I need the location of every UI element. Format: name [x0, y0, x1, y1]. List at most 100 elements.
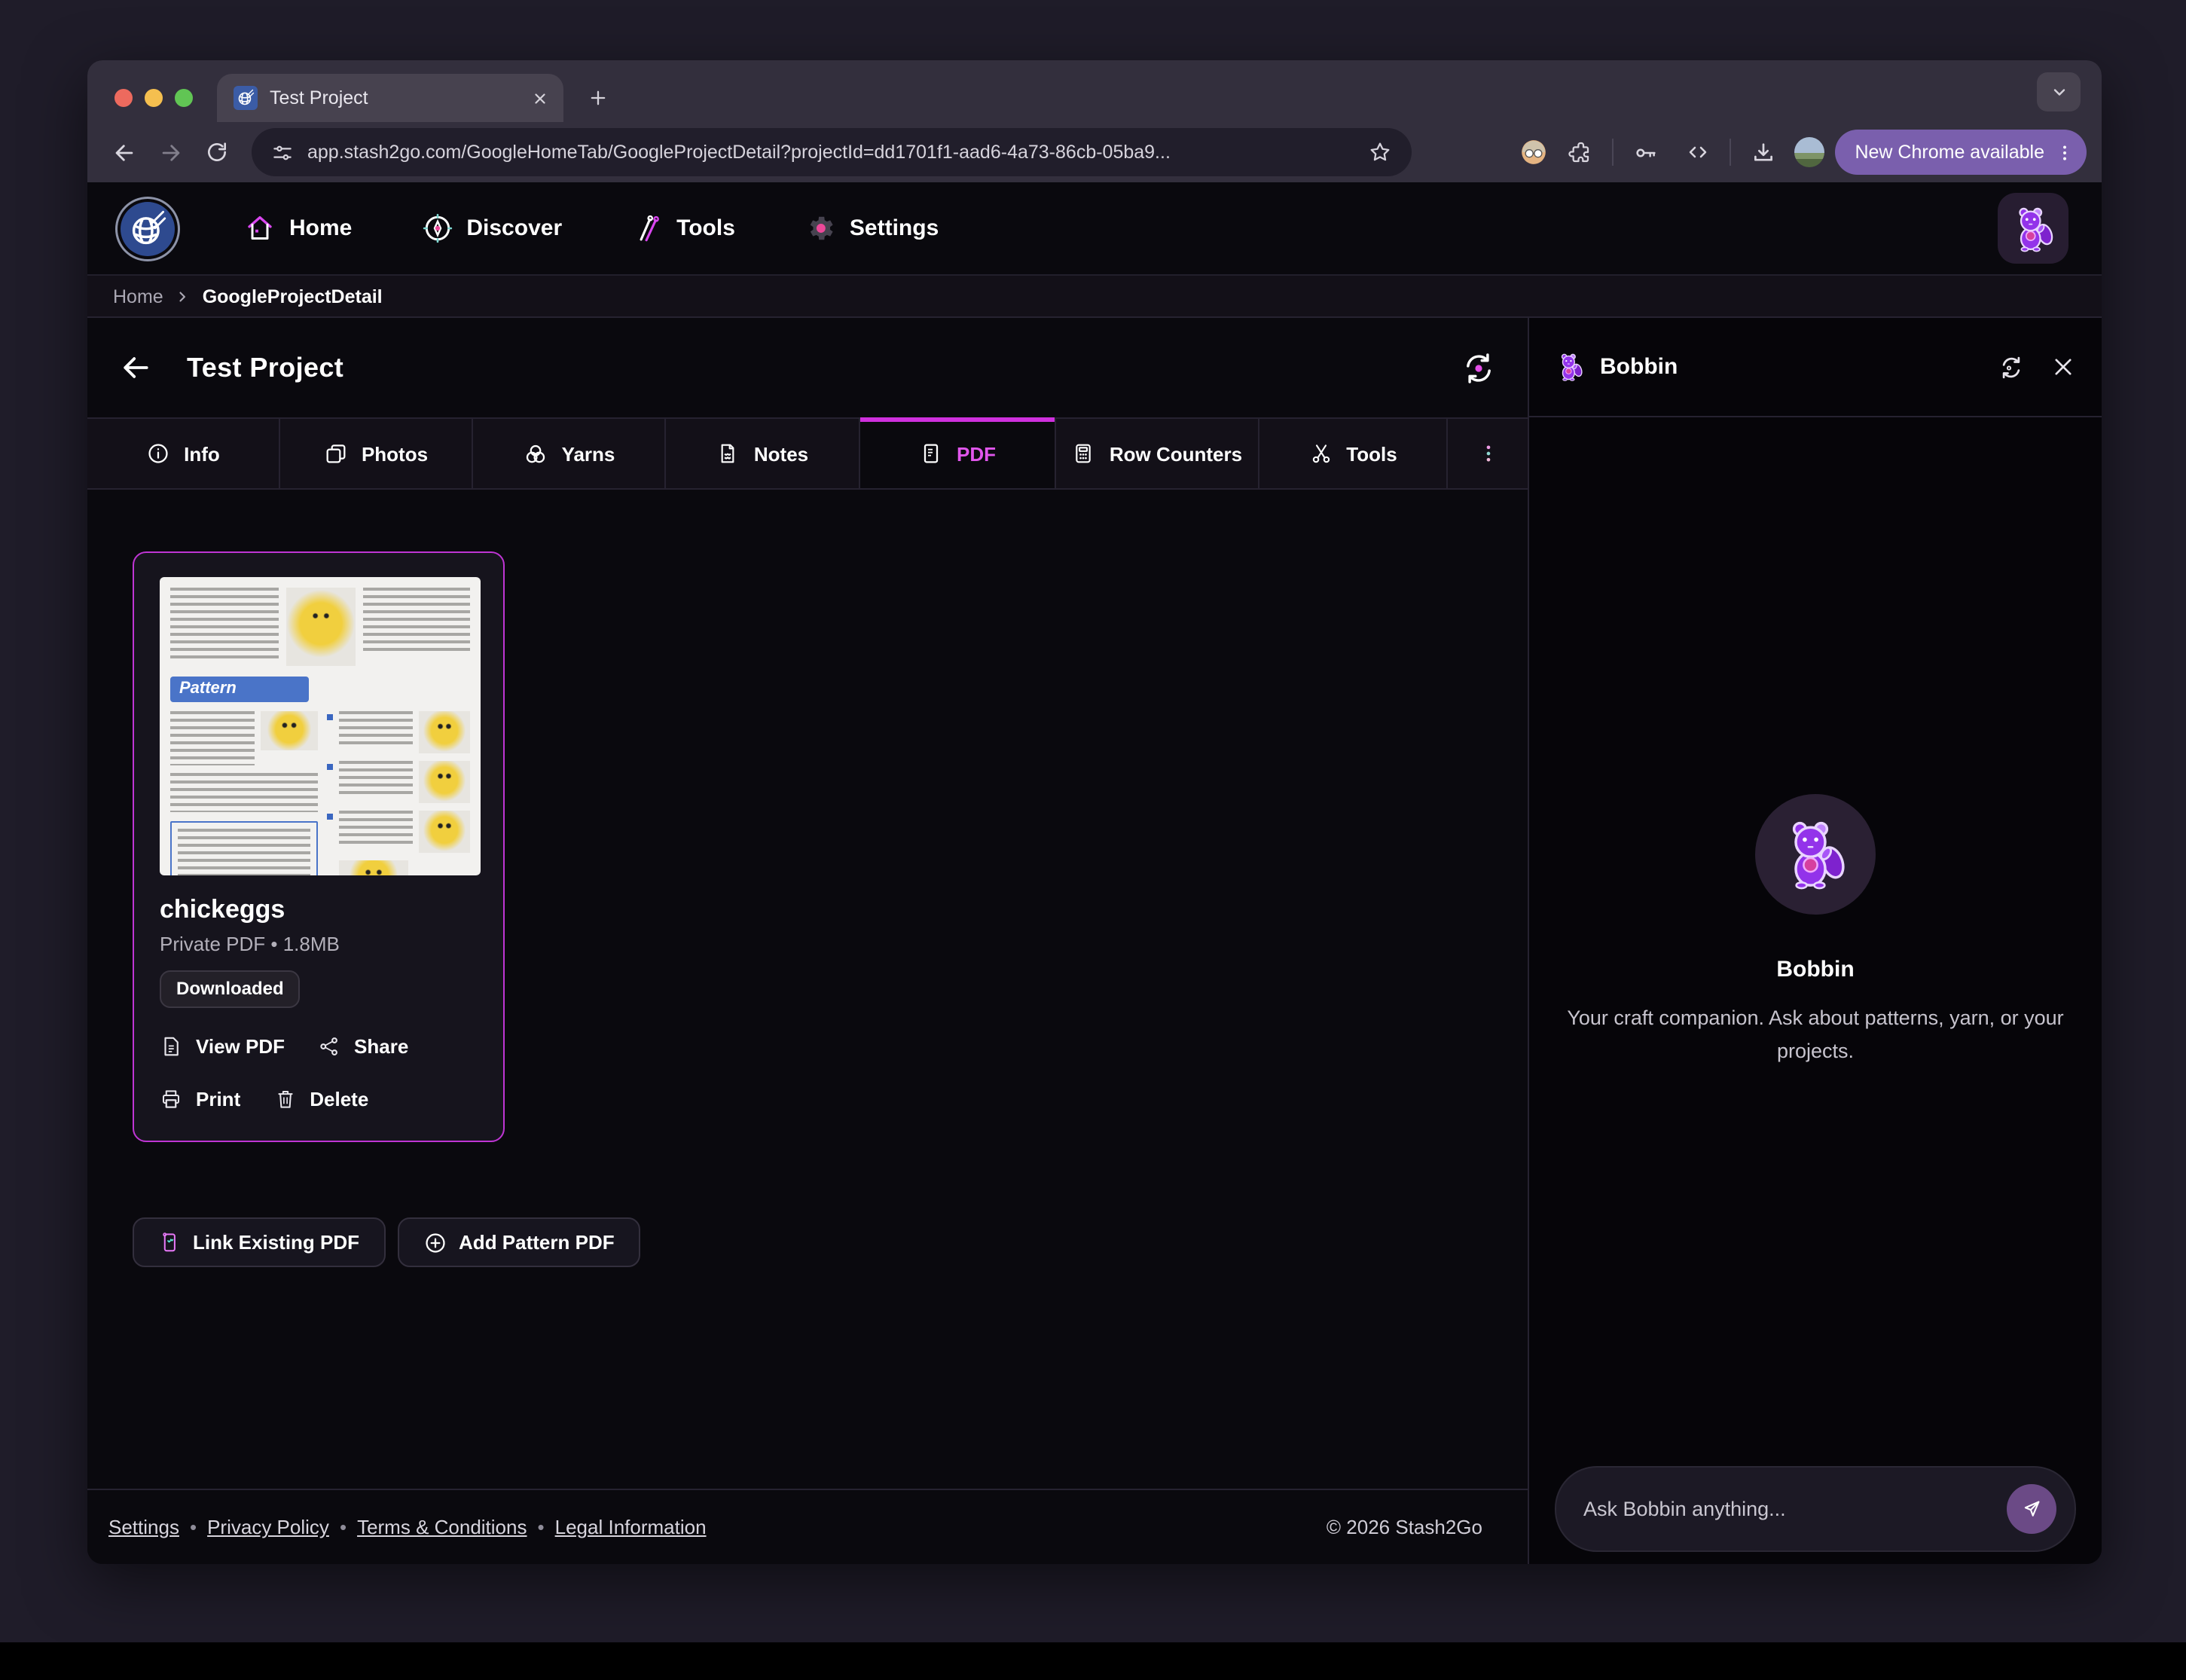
tab-info[interactable]: Info	[87, 419, 280, 488]
close-window-button[interactable]	[114, 89, 133, 107]
discover-compass-icon	[423, 213, 452, 243]
tab-label: PDF	[957, 442, 996, 465]
nav-label: Home	[289, 215, 353, 241]
tab-notes[interactable]: Notes	[666, 419, 860, 488]
send-button[interactable]	[2007, 1484, 2056, 1534]
tabs-overflow-menu[interactable]	[1448, 419, 1528, 488]
nav-item-discover[interactable]: Discover	[421, 212, 562, 244]
delete-pdf-button[interactable]: Delete	[273, 1088, 368, 1110]
footer-link-privacy-policy[interactable]: Privacy Policy	[207, 1516, 329, 1538]
action-label: Print	[196, 1088, 241, 1110]
back-button[interactable]	[102, 131, 145, 173]
nav-item-tools[interactable]: Tools	[631, 212, 735, 244]
add-pattern-pdf-button[interactable]: Add Pattern PDF	[397, 1217, 640, 1267]
thumbnail-text-lines	[170, 588, 279, 660]
thumbnail-right-column	[327, 711, 470, 875]
sync-icon	[1467, 353, 1491, 383]
yarns-icon	[523, 441, 548, 466]
kebab-dots-icon	[1485, 445, 1490, 462]
profile-avatar[interactable]	[1794, 137, 1825, 167]
footer-link-legal[interactable]: Legal Information	[555, 1516, 707, 1538]
nav-item-settings[interactable]: Settings	[804, 212, 939, 244]
view-pdf-button[interactable]: View PDF	[160, 1035, 285, 1058]
reload-button[interactable]	[196, 131, 238, 173]
thumbnail-text-lines	[363, 588, 470, 654]
link-existing-pdf-button[interactable]: Link Existing PDF	[133, 1217, 386, 1267]
tab-label: Tools	[1346, 442, 1397, 465]
close-icon[interactable]	[2050, 354, 2076, 380]
tab-label: Notes	[753, 442, 809, 465]
extensions-puzzle-icon[interactable]	[1559, 131, 1601, 173]
bobbin-mascot-icon	[1561, 353, 1584, 381]
bobbin-body: Bobbin Your craft companion. Ask about p…	[1529, 417, 2102, 1466]
tab-tools[interactable]: Tools	[1259, 419, 1448, 488]
chick-photo	[419, 811, 470, 853]
pdf-icon	[919, 441, 943, 466]
calculator-icon	[1072, 441, 1096, 466]
tab-pdf[interactable]: PDF	[860, 417, 1056, 488]
refresh-icon[interactable]	[1998, 353, 2025, 380]
forward-button[interactable]	[149, 131, 191, 173]
back-arrow-icon[interactable]	[119, 351, 152, 384]
minimize-window-button[interactable]	[145, 89, 163, 107]
bobbin-assistant-button[interactable]	[1998, 193, 2068, 264]
button-label: Link Existing PDF	[193, 1231, 360, 1254]
chrome-update-pill[interactable]: New Chrome available	[1835, 130, 2087, 175]
new-tab-button[interactable]	[579, 78, 618, 118]
project-detail-panel: Test Project Info Photos Yarns Notes PDF…	[87, 318, 1529, 1564]
tab-search-chevron-button[interactable]	[2037, 72, 2081, 111]
app-logo[interactable]	[121, 201, 175, 255]
bookmark-star-icon[interactable]	[1368, 140, 1392, 164]
pdf-thumbnail[interactable]: Pattern	[160, 577, 481, 875]
devtools-code-icon[interactable]	[1677, 131, 1719, 173]
footer-link-settings[interactable]: Settings	[108, 1516, 179, 1538]
footer-link-terms[interactable]: Terms & Conditions	[357, 1516, 527, 1538]
photos-icon	[324, 441, 348, 466]
bobbin-description: Your craft companion. Ask about patterns…	[1567, 1006, 2064, 1062]
bobbin-name: Bobbin	[1776, 957, 1855, 982]
url-text: app.stash2go.com/GoogleHomeTab/GooglePro…	[307, 142, 1171, 163]
button-label: Add Pattern PDF	[459, 1231, 615, 1254]
toolbar-separator	[1730, 139, 1732, 166]
bullet-square	[327, 814, 333, 820]
nav-label: Discover	[466, 215, 563, 241]
footer-separator: •	[537, 1516, 545, 1538]
action-label: Delete	[310, 1088, 369, 1110]
url-bar[interactable]: app.stash2go.com/GoogleHomeTab/GooglePro…	[252, 128, 1412, 176]
bobbin-panel: Bobbin Bobbin Your craft companion. Ask …	[1529, 318, 2102, 1564]
bullet-square	[327, 714, 333, 720]
sync-button[interactable]	[1461, 350, 1496, 385]
site-settings-icon[interactable]	[271, 141, 294, 163]
chevron-right-icon	[180, 291, 186, 301]
tab-photos[interactable]: Photos	[280, 419, 473, 488]
tab-row-counters[interactable]: Row Counters	[1056, 419, 1259, 488]
bobbin-mascot-icon	[2018, 206, 2055, 252]
maximize-window-button[interactable]	[175, 89, 193, 107]
copyright-text: © 2026 Stash2Go	[1326, 1516, 1482, 1538]
share-pdf-button[interactable]: Share	[318, 1035, 408, 1058]
tab-yarns[interactable]: Yarns	[473, 419, 666, 488]
passwords-key-icon[interactable]	[1624, 131, 1666, 173]
thumbnail-top-row	[170, 588, 470, 666]
bobbin-header-actions	[1998, 353, 2076, 380]
extension-avatar-icon[interactable]	[1519, 137, 1549, 167]
browser-tabstrip: Test Project	[87, 60, 2102, 122]
share-icon	[318, 1035, 340, 1058]
pattern-heading: Pattern	[170, 677, 309, 702]
bobbin-chat-input[interactable]	[1583, 1498, 1995, 1520]
tab-close-icon[interactable]	[532, 90, 548, 106]
nav-item-home[interactable]: Home	[244, 212, 352, 244]
chick-photo	[339, 860, 408, 875]
downloads-icon[interactable]	[1742, 131, 1784, 173]
chick-photo	[419, 761, 470, 803]
bobbin-panel-title: Bobbin	[1600, 354, 1678, 380]
browser-tab[interactable]: Test Project	[217, 74, 563, 122]
breadcrumb-current: GoogleProjectDetail	[202, 286, 383, 307]
menu-kebab-icon[interactable]	[2055, 142, 2075, 162]
nav-label: Settings	[849, 215, 939, 241]
action-label: Share	[354, 1035, 409, 1058]
breadcrumb-home-link[interactable]: Home	[113, 286, 163, 307]
project-header: Test Project	[87, 318, 1528, 417]
print-pdf-button[interactable]: Print	[160, 1088, 240, 1110]
desktop: Test Project app.stash2go.com/GoogleHome…	[0, 0, 2186, 1680]
